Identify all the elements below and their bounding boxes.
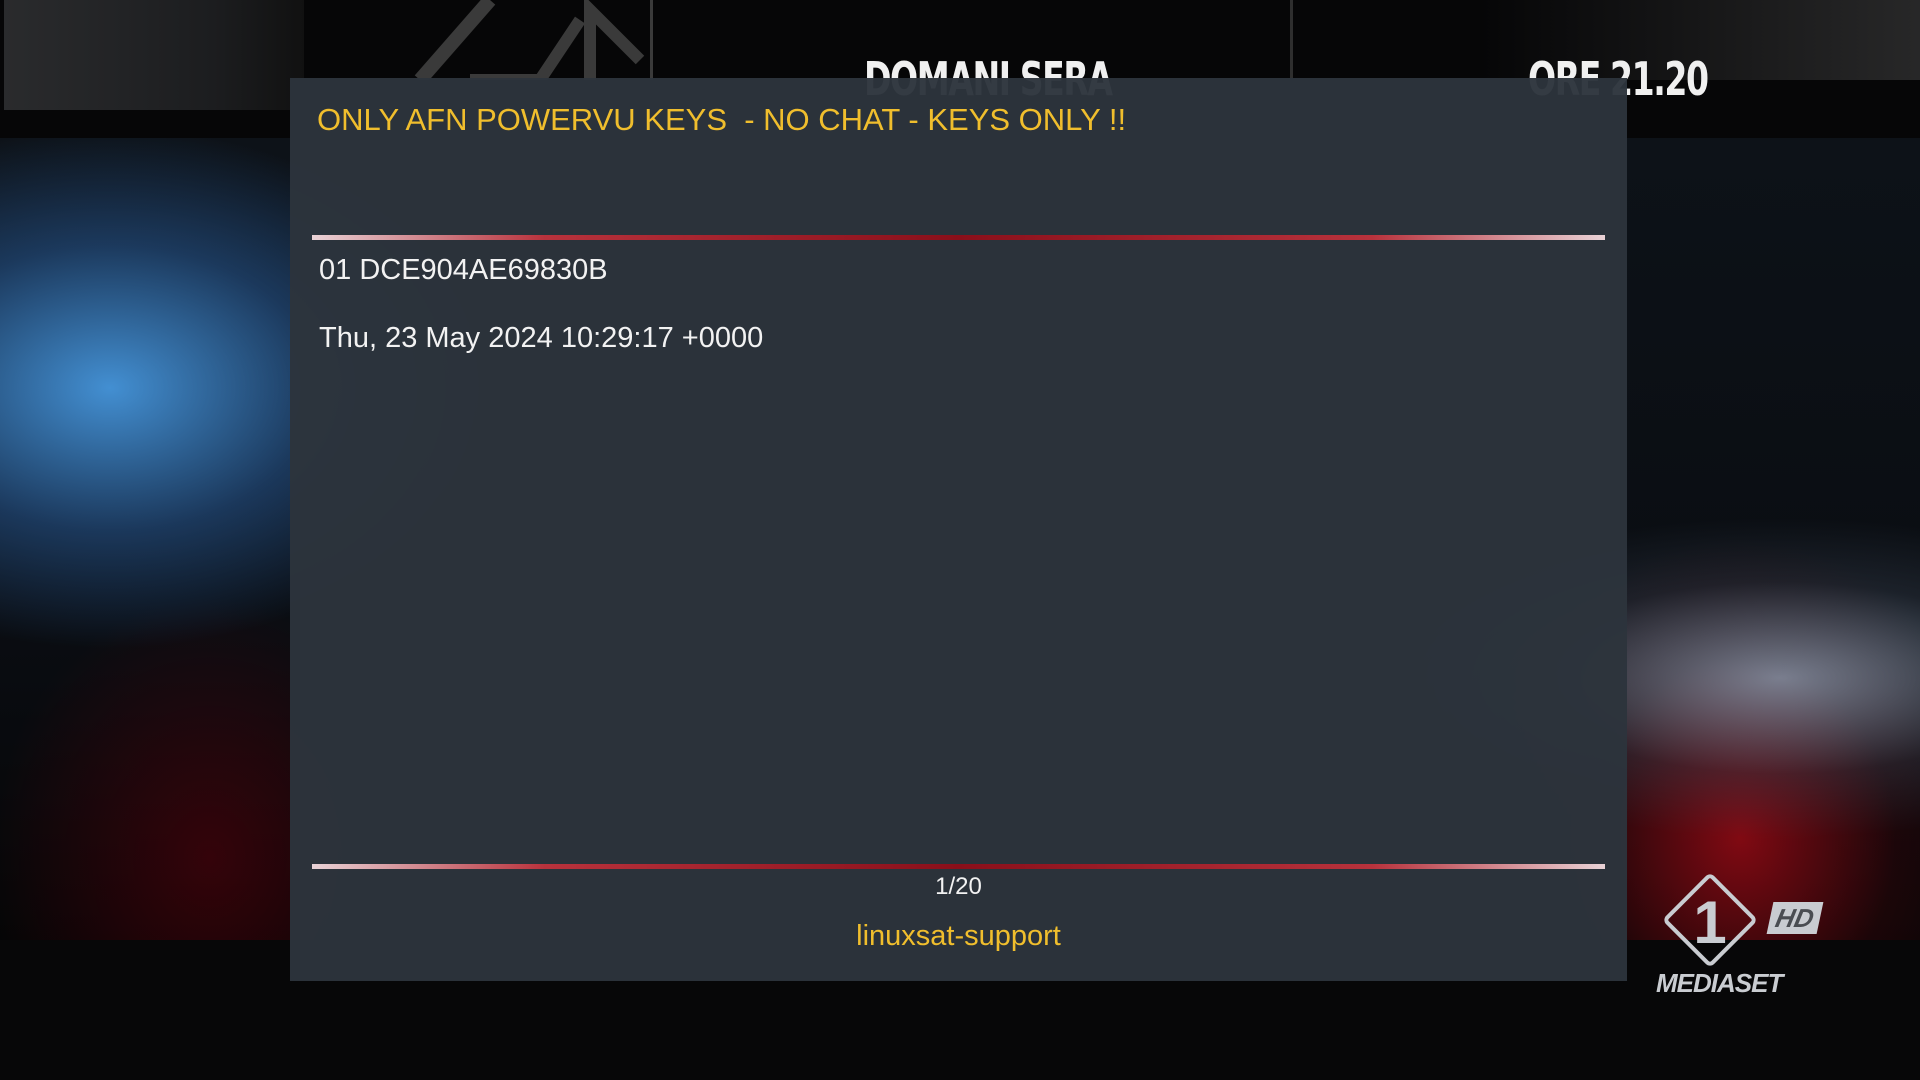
background-top-left-panel [4,0,304,110]
dialog-title: ONLY AFN POWERVU KEYS - NO CHAT - KEYS O… [317,102,1127,137]
key-date: Thu, 23 May 2024 10:29:17 +0000 [319,322,764,354]
tv-screen: DOMANI SERA ORE 21.20 1 HD MEDIASET ONLY… [0,0,1920,1080]
channel-logo-name: MEDIASET [1656,968,1783,998]
background-divider [1290,0,1293,78]
bottom-divider [312,864,1605,869]
top-divider [312,235,1605,240]
page-indicator: 1/20 [935,873,982,900]
background-promo-logo [400,0,653,80]
key-entry: 01 DCE904AE69830B [319,254,608,286]
footer-source-link[interactable]: linuxsat-support [290,920,1627,953]
keys-dialog: ONLY AFN POWERVU KEYS - NO CHAT - KEYS O… [290,78,1627,981]
channel-logo: 1 HD MEDIASET [1650,871,1830,1000]
hd-badge: HD [1766,902,1823,934]
channel-logo-digit: 1 [1693,889,1727,956]
